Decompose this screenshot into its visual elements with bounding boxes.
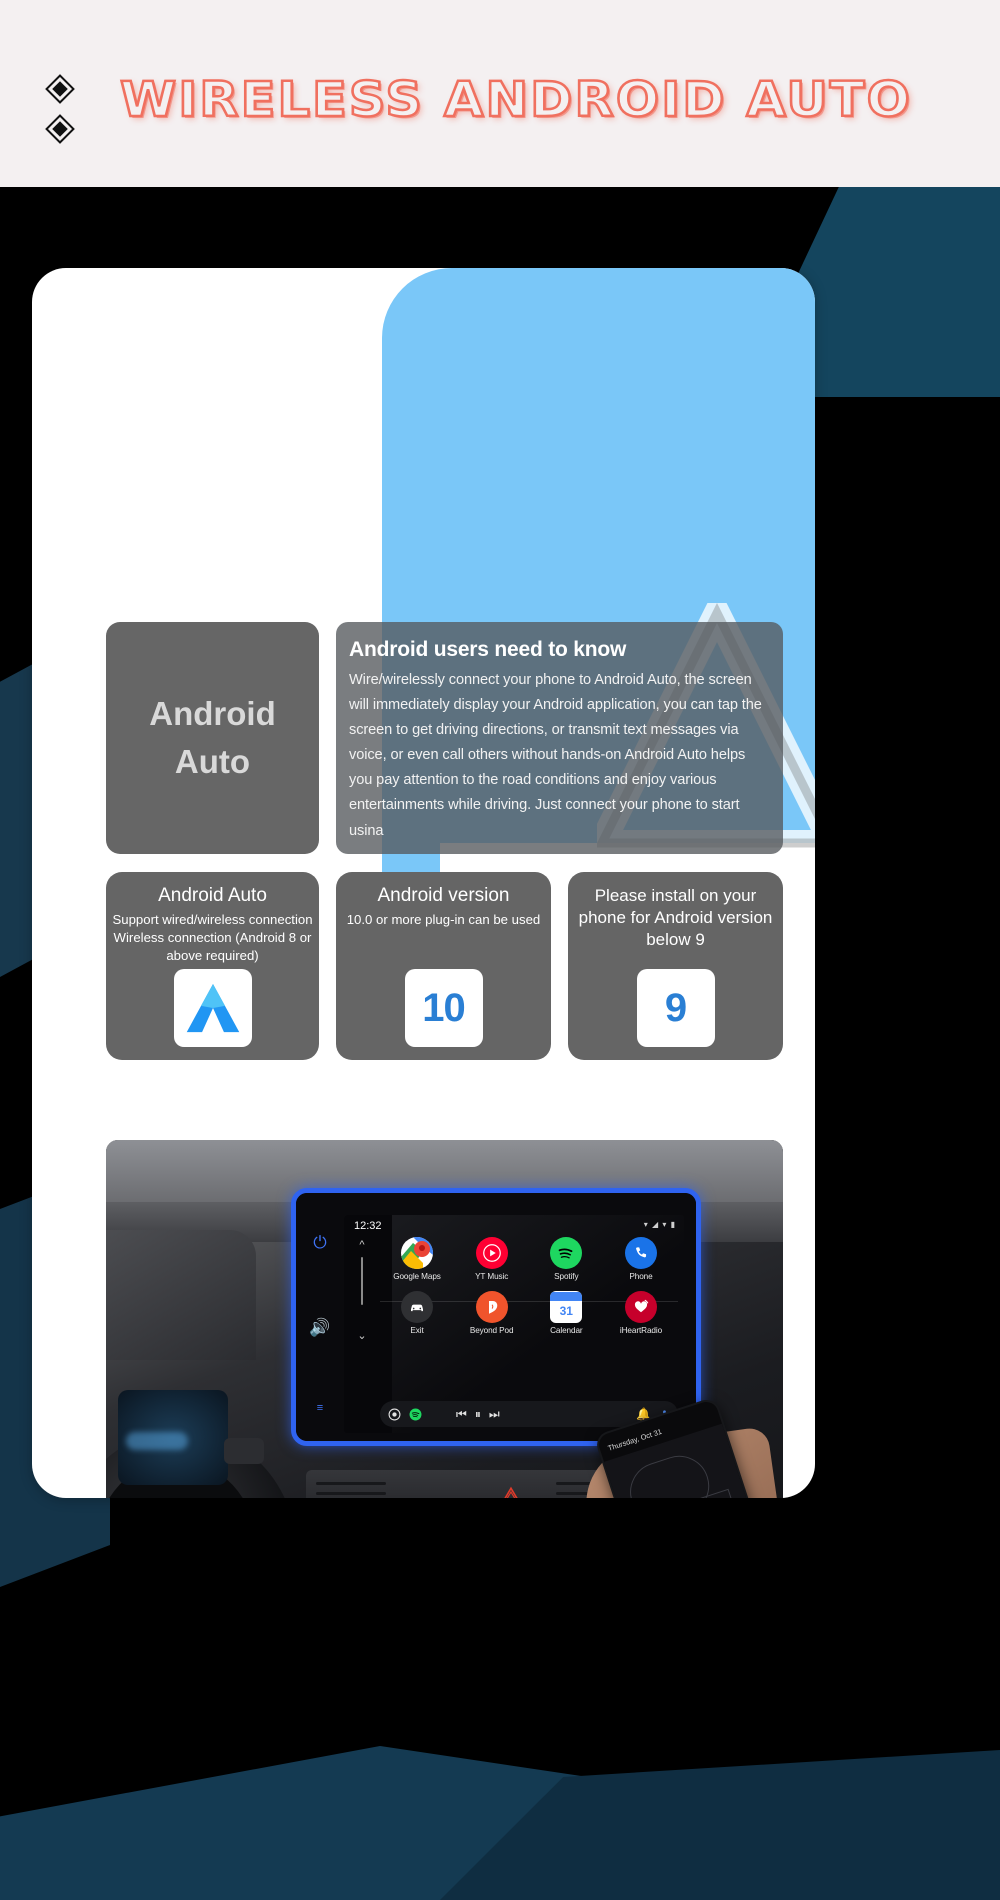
app-item-yt-music[interactable]: YT Music	[455, 1237, 529, 1281]
page-header: WIRELESS ANDROID AUTO	[0, 0, 1000, 187]
settings-icon[interactable]: ≡	[310, 1398, 330, 1418]
header-decor-diamonds	[45, 74, 75, 144]
app-label: Calendar	[550, 1326, 583, 1335]
version-badge-number: 10	[422, 985, 465, 1030]
android-auto-badge	[173, 969, 252, 1047]
app-item-iheartradio[interactable]: iHeartRadio	[604, 1291, 678, 1335]
android-auto-logo-tile: Android Auto	[106, 622, 319, 854]
status-icons: ▾ ◢ ▾ ▮	[643, 1220, 676, 1229]
pause-icon[interactable]: ⏸	[475, 1407, 481, 1422]
car-exit-icon	[401, 1291, 433, 1323]
calendar-day: 31	[559, 1304, 573, 1318]
feature-box-title: Please install on your phone for Android…	[578, 886, 773, 949]
diamond-icon	[45, 114, 75, 144]
next-icon[interactable]: ⏭	[489, 1407, 500, 1422]
page-title: WIRELESS ANDROID AUTO	[119, 71, 913, 130]
logo-tile-line2: Auto	[174, 743, 251, 780]
power-icon[interactable]: ⏻	[310, 1233, 330, 1253]
version-badge: 10	[404, 969, 483, 1047]
spotify-icon[interactable]	[409, 1408, 422, 1421]
hazard-light-button[interactable]	[498, 1484, 524, 1498]
previous-icon[interactable]: ⏮	[456, 1407, 467, 1422]
info-panel: Android users need to know Wire/wireless…	[336, 622, 783, 854]
feature-box-android-version: Android version 10.0 or more plug-in can…	[336, 872, 551, 1060]
volume-icon[interactable]: 🔊	[309, 1318, 330, 1338]
car-dashboard-photo: 12:32 ▾ ◢ ▾ ▮ ^ ⌄ Google Maps YT Music S…	[106, 1140, 783, 1498]
google-maps-icon	[401, 1237, 433, 1269]
app-item-exit[interactable]: Exit	[380, 1291, 454, 1335]
diamond-icon	[45, 74, 75, 104]
scroll-down-button[interactable]: ⌄	[354, 1329, 370, 1342]
app-item-phone[interactable]: Phone	[604, 1237, 678, 1281]
app-item-google-maps[interactable]: Google Maps	[380, 1237, 454, 1281]
app-label: Exit	[410, 1326, 424, 1335]
feature-box-subtitle: 10.0 or more plug-in can be used	[346, 911, 541, 927]
feature-box-title: Android Auto	[158, 885, 267, 906]
youtube-music-icon	[475, 1237, 508, 1269]
feature-box-subtitle: Support wired/wireless connection Wirele…	[112, 911, 313, 963]
app-grid: Google Maps YT Music Spotify Phone Exit …	[380, 1237, 678, 1341]
feature-box-install-notice: Please install on your phone for Android…	[568, 872, 783, 1060]
logo-tile-line1: Android	[149, 695, 276, 733]
phone-icon	[624, 1237, 657, 1269]
app-row-1: Google Maps YT Music Spotify Phone	[380, 1237, 678, 1281]
beyondpod-icon	[475, 1291, 508, 1323]
feature-box-android-auto: Android Auto Support wired/wireless conn…	[106, 872, 319, 1060]
version-badge: 9	[636, 969, 715, 1047]
spotify-icon	[550, 1237, 583, 1269]
hand-holding-phone: Thursday, Oct 31	[565, 1378, 783, 1498]
info-panel-title: Android users need to know	[349, 638, 627, 661]
app-label: Beyond Pod	[469, 1326, 514, 1335]
app-label: iHeartRadio	[619, 1326, 663, 1335]
app-label: Google Maps	[393, 1272, 441, 1281]
app-row-2: Exit Beyond Pod 31 Calendar iHeartRadio	[380, 1291, 678, 1335]
android-auto-icon	[186, 983, 239, 1033]
app-label: Phone	[629, 1272, 653, 1281]
app-item-spotify[interactable]: Spotify	[529, 1237, 603, 1281]
iheartradio-icon	[624, 1291, 657, 1323]
app-label: YT Music	[475, 1272, 509, 1281]
version-badge-number: 9	[664, 985, 687, 1030]
app-label: Spotify	[554, 1272, 579, 1281]
feature-box-title: Android version	[377, 885, 510, 906]
calendar-icon: 31	[550, 1291, 583, 1323]
google-assistant-icon[interactable]	[388, 1408, 401, 1421]
clock: 12:32	[354, 1220, 382, 1232]
app-item-calendar[interactable]: 31 Calendar	[529, 1291, 603, 1335]
content-card: Android Auto Android users need to know …	[32, 268, 815, 1498]
app-item-beyond-pod[interactable]: Beyond Pod	[455, 1291, 529, 1335]
scroll-up-button[interactable]: ^	[354, 1239, 370, 1325]
info-panel-body: Wire/wirelessly connect your phone to An…	[349, 672, 762, 839]
